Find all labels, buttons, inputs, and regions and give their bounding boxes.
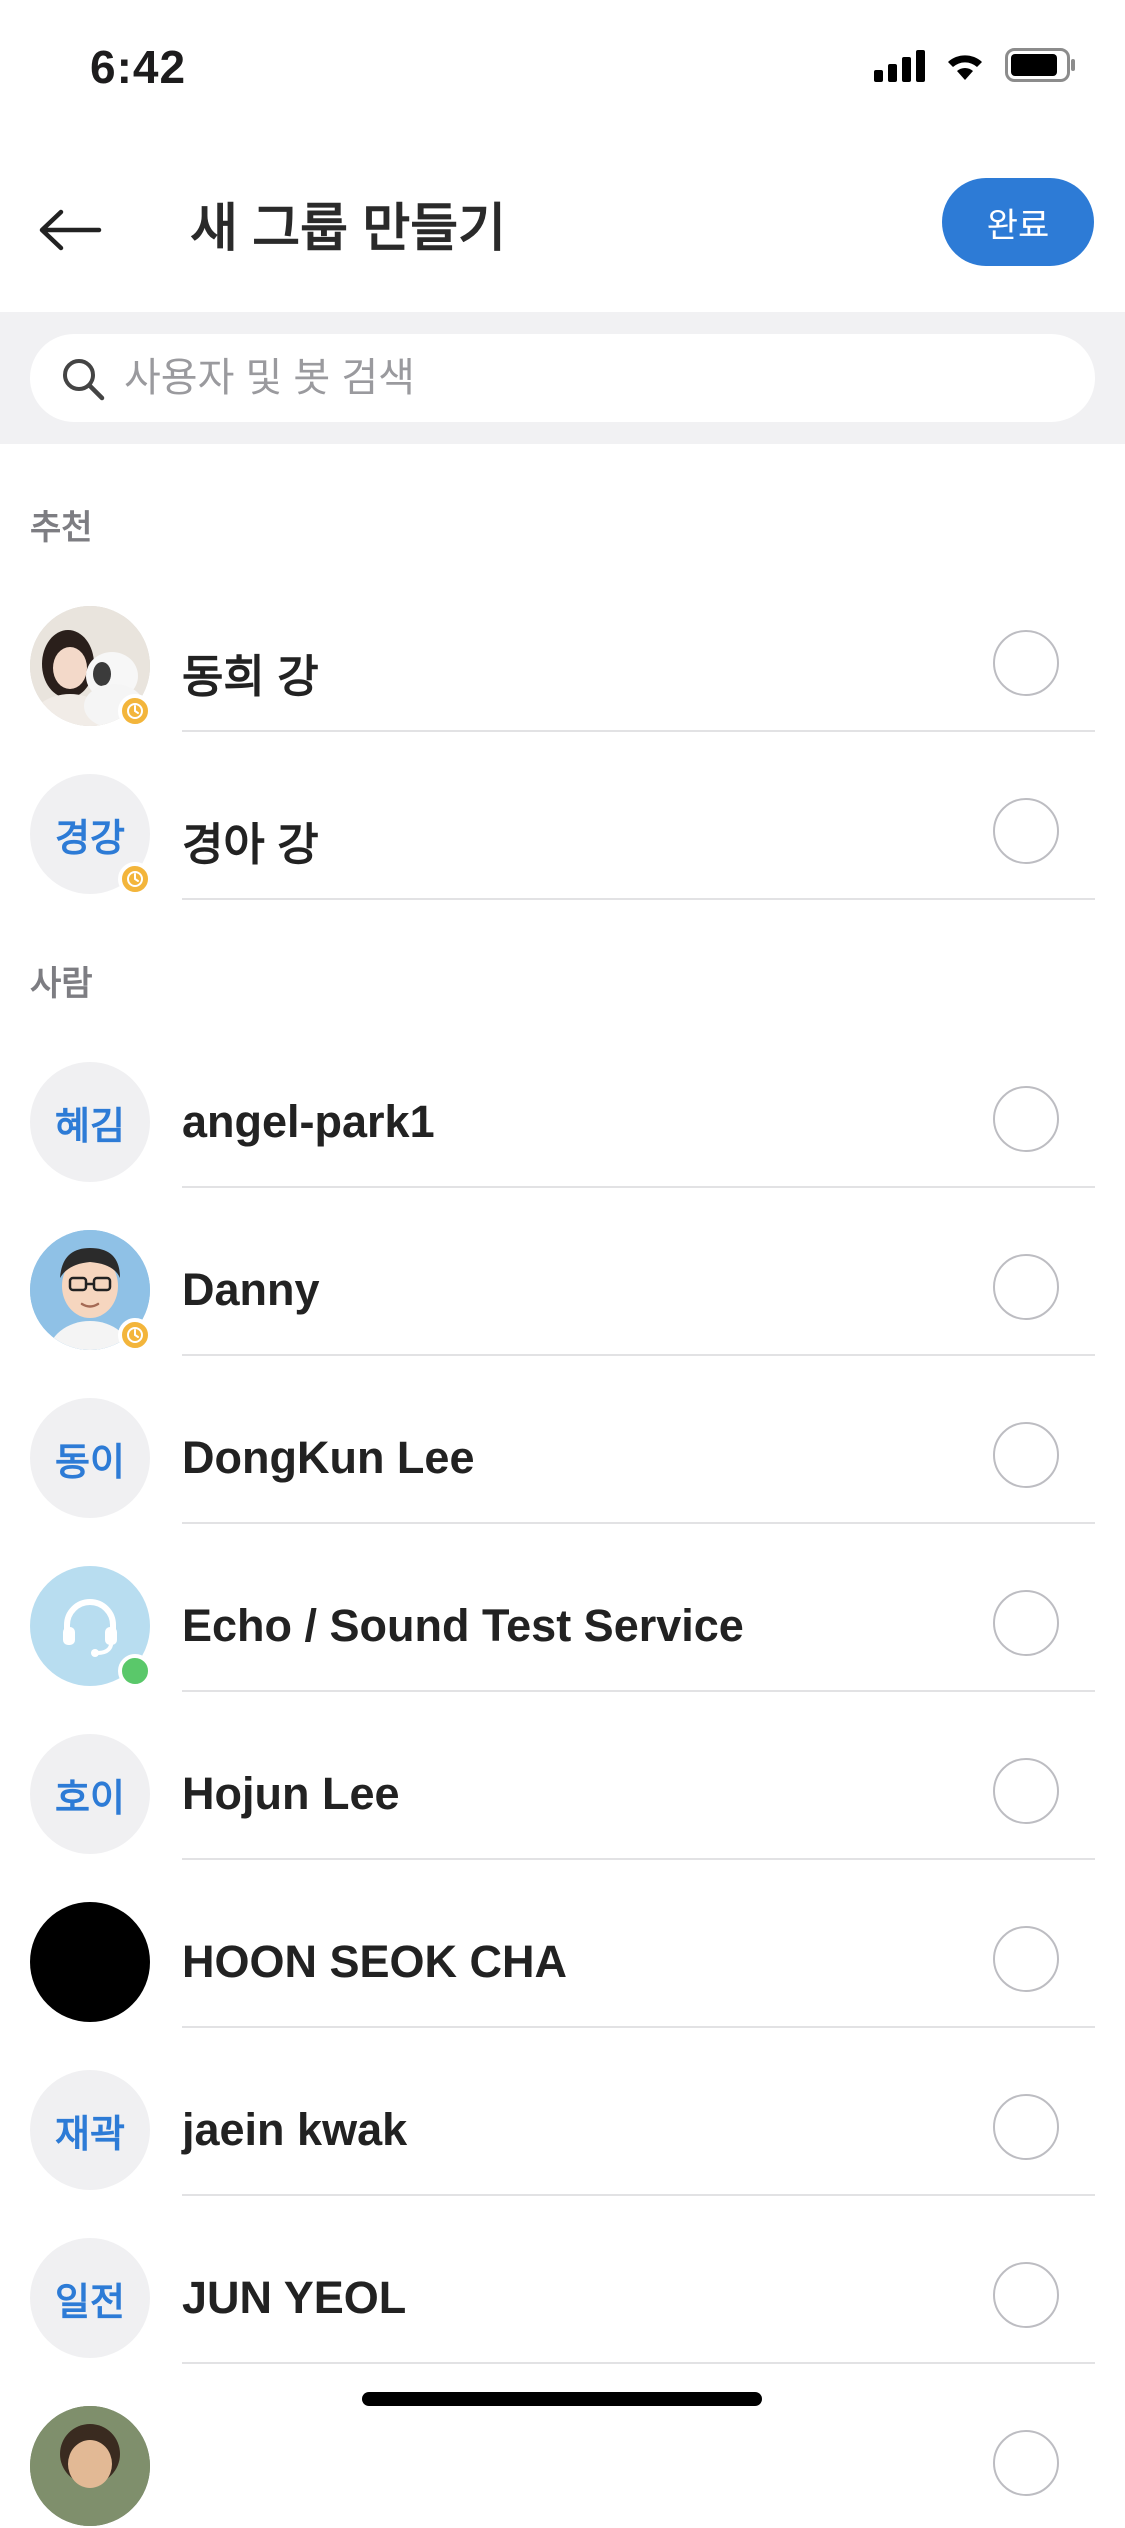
status-icons (874, 48, 1077, 82)
search-bar (0, 312, 1125, 444)
list-item[interactable]: Danny (0, 1184, 1125, 1356)
member-name: angel-park1 (182, 1096, 435, 1147)
cellular-signal-icon (874, 48, 925, 82)
avatar (30, 1566, 152, 1688)
select-radio[interactable] (993, 1254, 1059, 1320)
select-radio[interactable] (993, 798, 1059, 864)
section-label-recommended: 추천 (30, 509, 93, 547)
member-name: Echo / Sound Test Service (182, 1600, 744, 1651)
avatar: 경강 (30, 774, 152, 896)
list-item[interactable]: 동이 DongKun Lee (0, 1352, 1125, 1524)
page-title: 새 그룹 만들기 (190, 200, 506, 258)
search-field[interactable] (30, 334, 1095, 422)
done-button[interactable]: 완료 (942, 178, 1094, 266)
select-radio[interactable] (993, 1926, 1059, 1992)
away-status-icon (118, 694, 152, 728)
list-item[interactable]: 혜김 angel-park1 (0, 1016, 1125, 1188)
avatar: 일전 (30, 2238, 150, 2358)
headset-icon (63, 1599, 117, 1657)
divider (182, 898, 1095, 900)
home-indicator[interactable] (362, 2392, 762, 2406)
member-name: HOON SEOK CHA (182, 1936, 568, 1987)
avatar-initials: 동이 (55, 1441, 125, 1484)
list-item[interactable]: 호이 Hojun Lee (0, 1688, 1125, 1860)
member-name: 동희 강 (182, 651, 319, 702)
list-item[interactable]: 재곽 jaein kwak (0, 2024, 1125, 2196)
avatar-initials: 재곽 (55, 2113, 125, 2156)
list-item[interactable]: 동희 강 (0, 560, 1125, 732)
list-item[interactable]: 경강 경아 강 (0, 728, 1125, 900)
select-radio[interactable] (993, 2262, 1059, 2328)
wifi-icon (948, 55, 982, 80)
avatar: 호이 (30, 1734, 150, 1854)
select-radio[interactable] (993, 1086, 1059, 1152)
select-radio[interactable] (993, 630, 1059, 696)
member-name: jaein kwak (182, 2104, 408, 2155)
avatar-initials: 경강 (55, 817, 125, 860)
member-name: Hojun Lee (182, 1768, 400, 1819)
select-radio[interactable] (993, 1590, 1059, 1656)
avatar (30, 606, 152, 728)
status-time: 6:42 (90, 41, 187, 93)
battery-icon (1005, 48, 1075, 82)
search-input[interactable] (124, 334, 1064, 422)
select-radio[interactable] (993, 2430, 1059, 2496)
avatar-initials: 혜김 (55, 1105, 125, 1148)
select-radio[interactable] (993, 1758, 1059, 1824)
member-name: Danny (182, 1264, 320, 1315)
member-name: 경아 강 (182, 819, 319, 870)
avatar: 재곽 (30, 2070, 150, 2190)
list-item[interactable]: Echo / Sound Test Service (0, 1520, 1125, 1692)
avatar: 혜김 (30, 1062, 150, 1182)
avatar-initials: 호이 (55, 1777, 125, 1820)
profile-photo-icon (30, 2406, 150, 2526)
away-status-icon (118, 1318, 152, 1352)
status-bar: 6:42 (0, 0, 1125, 140)
select-radio[interactable] (993, 1422, 1059, 1488)
avatar (30, 1902, 150, 2022)
away-status-icon (118, 862, 152, 896)
list-item[interactable]: HOON SEOK CHA (0, 1856, 1125, 2028)
select-radio[interactable] (993, 2094, 1059, 2160)
member-name: JUN YEOL (182, 2272, 407, 2323)
avatar (30, 1230, 152, 1352)
member-name: DongKun Lee (182, 1432, 475, 1483)
avatar-initials: 일전 (55, 2281, 125, 2324)
nav-header: 새 그룹 만들기 완료 (0, 140, 1125, 313)
online-status-icon (118, 1654, 152, 1688)
back-arrow-icon (39, 209, 102, 251)
search-icon (63, 359, 105, 401)
list-item[interactable]: 일전 JUN YEOL (0, 2192, 1125, 2364)
back-button[interactable] (30, 190, 110, 270)
list-item[interactable] (0, 2360, 1125, 2528)
avatar (30, 2406, 150, 2526)
avatar: 동이 (30, 1398, 150, 1518)
section-label-people: 사람 (30, 965, 93, 1003)
